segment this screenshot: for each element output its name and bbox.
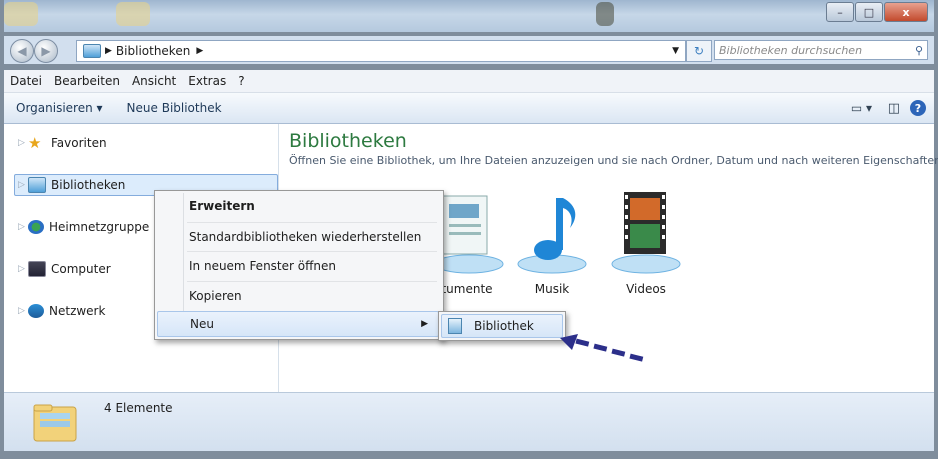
nav-item-label: Favoriten (51, 136, 107, 150)
library-label: Videos (626, 282, 666, 296)
ctx-item-label: Kopieren (189, 289, 242, 303)
nav-item-label: Bibliotheken (51, 178, 126, 192)
menu-extras[interactable]: Extras (182, 74, 232, 88)
expand-icon[interactable]: ▷ (18, 138, 28, 148)
menu-datei[interactable]: Datei (4, 74, 48, 88)
address-bar[interactable]: ▶ Bibliotheken ▶ ▼ (76, 40, 686, 62)
title-bar[interactable]: – □ x (4, 0, 934, 32)
command-bar: Organisieren ▾ Neue Bibliothek ▭ ▾ ◫ ? (4, 93, 934, 210)
back-button[interactable]: ◀ (10, 39, 34, 63)
ctx-item-label: Standardbibliotheken wiederherstellen (189, 230, 422, 244)
library-label: Musik (534, 282, 570, 296)
preview-pane-icon[interactable]: ◫ (888, 101, 900, 116)
search-input[interactable]: Bibliotheken durchsuchen ⚲ (714, 40, 928, 60)
decor-blob (596, 2, 614, 26)
page-title: Bibliotheken (289, 130, 407, 152)
ctx-item-label: In neuem Fenster öffnen (189, 259, 336, 273)
nav-item-bibliotheken[interactable]: ▷ Bibliotheken (18, 174, 125, 196)
breadcrumb-chevron-icon[interactable]: ▶ (196, 46, 203, 56)
nav-item-label: Netzwerk (49, 304, 106, 318)
library-icon (28, 177, 46, 193)
nav-item-label: Computer (51, 262, 111, 276)
menu-bearbeiten[interactable]: Bearbeiten (48, 74, 126, 88)
back-arrow-icon: ◀ (17, 44, 27, 58)
library-folder-icon (33, 404, 77, 442)
breadcrumb-library[interactable]: Bibliotheken (116, 44, 190, 58)
music-icon (517, 198, 587, 274)
menu-help[interactable]: ? (232, 74, 250, 88)
forward-button[interactable]: ▶ (34, 39, 58, 63)
submenu-item-label: Bibliothek (474, 319, 534, 333)
menu-ansicht[interactable]: Ansicht (126, 74, 182, 88)
submenu-item-library[interactable]: Bibliothek (441, 314, 563, 338)
videos-icon (611, 192, 681, 274)
nav-item-favoriten[interactable]: ▷ ★ Favoriten (18, 132, 107, 154)
nav-item-netzwerk[interactable]: ▷ Netzwerk (18, 300, 105, 322)
nav-item-computer[interactable]: ▷ Computer (18, 258, 111, 280)
ctx-item-new[interactable]: Neu ▶ (157, 311, 439, 337)
library-icon (448, 318, 462, 334)
address-dropdown-icon[interactable]: ▼ (672, 46, 679, 56)
ctx-item-copy[interactable]: Kopieren (157, 283, 439, 309)
ctx-item-label: Erweitern (189, 199, 255, 213)
library-icon (83, 44, 101, 58)
minimize-button[interactable]: – (826, 2, 854, 22)
computer-icon (28, 261, 46, 277)
expand-icon[interactable]: ▷ (18, 222, 28, 232)
decor-blob (4, 2, 38, 26)
annotation-arrow-icon (560, 334, 644, 362)
ctx-item-open-new-window[interactable]: In neuem Fenster öffnen (157, 253, 439, 279)
refresh-button[interactable]: ↻ (686, 40, 712, 62)
maximize-button[interactable]: □ (855, 2, 883, 22)
submenu-arrow-icon: ▶ (421, 319, 428, 329)
decor-blob (116, 2, 150, 26)
details-pane: 4 Elemente (4, 392, 934, 451)
item-count: 4 Elemente (104, 401, 173, 415)
nav-item-heimnetzgruppe[interactable]: ▷ Heimnetzgruppe (18, 216, 149, 238)
star-icon: ★ (28, 134, 42, 152)
ctx-item-label: Neu (190, 317, 214, 331)
library-videos[interactable] (606, 190, 686, 280)
new-library-button[interactable]: Neue Bibliothek (115, 101, 234, 115)
expand-icon[interactable]: ▷ (18, 264, 28, 274)
explorer-window: – □ x ◀ ▶ ▶ Bibliotheken ▶ ▼ ↻ Bibliothe… (4, 0, 938, 459)
search-placeholder: Bibliotheken durchsuchen (719, 43, 863, 57)
nav-item-label: Heimnetzgruppe (49, 220, 150, 234)
expand-icon[interactable]: ▷ (18, 180, 28, 190)
menu-separator (187, 281, 437, 282)
close-button[interactable]: x (884, 2, 928, 22)
help-icon[interactable]: ? (910, 100, 926, 116)
network-icon (28, 304, 44, 318)
homegroup-icon (28, 220, 44, 234)
view-options-icon[interactable]: ▭ ▾ (851, 101, 872, 115)
submenu: Bibliothek (438, 311, 566, 341)
organize-button[interactable]: Organisieren ▾ (4, 101, 115, 115)
address-row: ◀ ▶ ▶ Bibliotheken ▶ ▼ ↻ Bibliotheken du… (4, 36, 934, 64)
forward-arrow-icon: ▶ (41, 44, 51, 58)
context-menu: Erweitern Standardbibliotheken wiederher… (154, 190, 444, 340)
page-description: Öffnen Sie eine Bibliothek, um Ihre Date… (289, 154, 938, 167)
search-icon[interactable]: ⚲ (915, 44, 923, 57)
expand-icon[interactable]: ▷ (18, 306, 28, 316)
library-music[interactable] (512, 190, 592, 280)
menu-separator (187, 222, 437, 223)
breadcrumb-chevron-icon: ▶ (105, 46, 112, 56)
refresh-icon: ↻ (693, 44, 705, 58)
menu-separator (187, 251, 437, 252)
window-controls: – □ x (825, 2, 928, 22)
ctx-item-expand[interactable]: Erweitern (157, 193, 439, 219)
ctx-item-restore-defaults[interactable]: Standardbibliotheken wiederherstellen (157, 224, 439, 250)
menu-bar: Datei Bearbeiten Ansicht Extras ? (4, 70, 934, 93)
